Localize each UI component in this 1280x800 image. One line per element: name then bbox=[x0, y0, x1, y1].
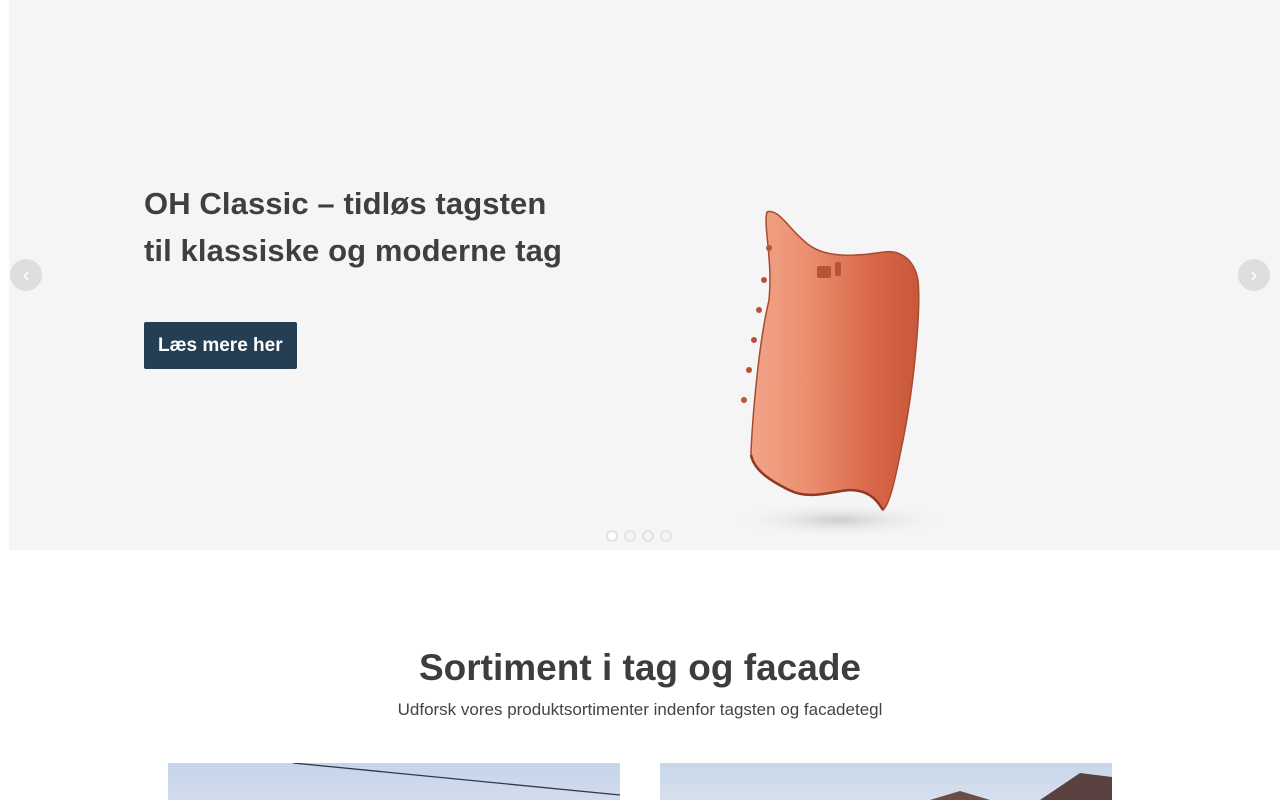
building-photo bbox=[930, 773, 1112, 800]
hero-title-line-2: til klassiske og moderne tag bbox=[144, 233, 562, 268]
roof-tiles-card[interactable] bbox=[168, 763, 620, 800]
chevron-left-icon: ‹ bbox=[22, 263, 30, 287]
chevron-right-icon: › bbox=[1250, 263, 1258, 287]
hero-slider: OH Classic – tidløs tagsten til klassisk… bbox=[9, 0, 1280, 550]
sky-photo bbox=[292, 763, 620, 796]
hero-title-line-1: OH Classic – tidløs tagsten bbox=[144, 186, 547, 221]
slide-dot-1[interactable] bbox=[606, 530, 618, 542]
next-slide-button[interactable]: › bbox=[1238, 259, 1270, 291]
facade-bricks-card[interactable] bbox=[660, 763, 1112, 800]
assortment-subtitle: Udforsk vores produktsortimenter indenfo… bbox=[397, 700, 883, 719]
slide-dot-3[interactable] bbox=[642, 530, 654, 542]
assortment-title: Sortiment i tag og facade bbox=[418, 647, 861, 688]
roof-tile-image bbox=[689, 200, 959, 540]
read-more-button[interactable]: Læs mere her bbox=[144, 322, 297, 369]
hero-title: OH Classic – tidløs tagsten til klassisk… bbox=[144, 180, 562, 274]
slide-dot-4[interactable] bbox=[660, 530, 672, 542]
slide-pagination bbox=[606, 530, 672, 542]
previous-slide-button[interactable]: ‹ bbox=[10, 259, 42, 291]
slide-dot-2[interactable] bbox=[624, 530, 636, 542]
